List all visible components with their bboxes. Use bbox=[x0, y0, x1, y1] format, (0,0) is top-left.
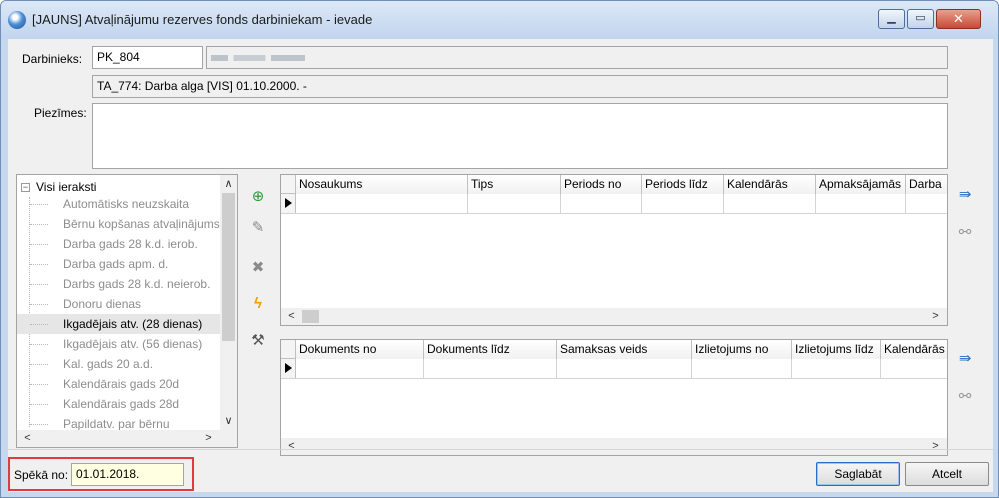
contract-field: TA_774: Darba alga [VIS] 01.10.2000. - bbox=[92, 75, 948, 98]
grid-horizontal-scrollbar[interactable]: < > bbox=[281, 438, 947, 455]
scroll-up-arrow-icon[interactable]: ∧ bbox=[220, 176, 237, 192]
title-bar[interactable]: [JAUNS] Atvaļinājumu rezerves fonds darb… bbox=[1, 1, 998, 39]
dialog-window: [JAUNS] Atvaļinājumu rezerves fonds darb… bbox=[0, 0, 999, 498]
grid-new-row[interactable] bbox=[281, 359, 947, 379]
dialog-body: Darbinieks: PK_804 TA_774: Darba alga [V… bbox=[8, 39, 993, 492]
records-grid[interactable]: Nosaukums Tips Periods no Periods līdz K… bbox=[280, 174, 948, 326]
redacted-name bbox=[211, 55, 305, 61]
footer-separator bbox=[8, 449, 993, 450]
scroll-right-arrow-icon[interactable]: > bbox=[927, 308, 944, 324]
scroll-left-arrow-icon[interactable]: < bbox=[19, 430, 36, 446]
tree-item[interactable]: Darba gads 28 k.d. ierob. bbox=[17, 234, 222, 254]
employee-label: Darbinieks: bbox=[22, 52, 83, 66]
column-header[interactable]: Kalendārās bbox=[881, 340, 947, 359]
scroll-thumb[interactable] bbox=[302, 310, 319, 323]
grid-header: Nosaukums Tips Periods no Periods līdz K… bbox=[281, 175, 947, 194]
app-globe-icon bbox=[8, 11, 26, 29]
tree-item[interactable]: Automātisks neuzskaita bbox=[17, 194, 222, 214]
grid-cell[interactable] bbox=[881, 359, 947, 378]
column-header[interactable]: Tips bbox=[468, 175, 561, 194]
scroll-right-arrow-icon[interactable]: > bbox=[200, 430, 217, 446]
grid-cell[interactable] bbox=[724, 194, 816, 213]
close-button[interactable]: ✕ bbox=[936, 9, 981, 29]
grid-cell[interactable] bbox=[468, 194, 561, 213]
scroll-down-arrow-icon[interactable]: ∨ bbox=[220, 413, 237, 429]
save-button[interactable]: Saglabāt bbox=[816, 462, 900, 486]
tree-item[interactable]: Ikgadējais atv. (56 dienas) bbox=[17, 334, 222, 354]
minimize-button[interactable]: ▁ bbox=[878, 9, 905, 29]
column-header[interactable]: Izlietojums no bbox=[692, 340, 792, 359]
collapse-toggle-icon[interactable]: − bbox=[21, 183, 30, 192]
notes-textarea[interactable] bbox=[92, 103, 948, 169]
notes-label: Piezīmes: bbox=[34, 106, 87, 120]
grid-horizontal-scrollbar[interactable]: < > bbox=[281, 308, 947, 325]
grid-cell[interactable] bbox=[792, 359, 881, 378]
column-header[interactable]: Dokuments līdz bbox=[424, 340, 557, 359]
maximize-button[interactable]: ▭ bbox=[907, 9, 934, 29]
valid-from-date-input[interactable]: 01.01.2018. bbox=[71, 463, 184, 486]
employee-name-field bbox=[206, 46, 948, 69]
tree-item[interactable]: Bērnu kopšanas atvaļinājums bbox=[17, 214, 222, 234]
column-header[interactable]: Periods līdz bbox=[642, 175, 724, 194]
grid-cell[interactable] bbox=[557, 359, 692, 378]
tree-item[interactable]: Kal. gads 20 a.d. bbox=[17, 354, 222, 374]
grid-cell[interactable] bbox=[296, 194, 468, 213]
tree-root[interactable]: − Visi ieraksti bbox=[21, 180, 96, 194]
grid-cell[interactable] bbox=[816, 194, 906, 213]
scroll-right-arrow-icon[interactable]: > bbox=[927, 438, 944, 454]
grid-cell[interactable] bbox=[642, 194, 724, 213]
grid-cell[interactable] bbox=[424, 359, 557, 378]
grid-cell[interactable] bbox=[296, 359, 424, 378]
add-record-icon[interactable]: ⊕ bbox=[248, 187, 268, 207]
column-header[interactable]: Apmaksājamās bbox=[816, 175, 906, 194]
tree-horizontal-scrollbar[interactable]: < > bbox=[17, 430, 237, 447]
column-header[interactable]: Nosaukums bbox=[296, 175, 468, 194]
grid-corner bbox=[281, 340, 296, 358]
valid-from-highlight: Spēkā no: 01.01.2018. bbox=[8, 457, 194, 491]
row-indicator-icon bbox=[281, 359, 296, 378]
cancel-button[interactable]: Atcelt bbox=[905, 462, 989, 486]
tree-item[interactable]: Darba gads apm. d. bbox=[17, 254, 222, 274]
column-header[interactable]: Izlietojums līdz bbox=[792, 340, 881, 359]
tree-item[interactable]: Donoru dienas bbox=[17, 294, 222, 314]
link-icon[interactable]: ⚯ bbox=[954, 223, 976, 243]
tree-item[interactable]: Kalendārais gads 28d bbox=[17, 394, 222, 414]
grid-corner bbox=[281, 175, 296, 193]
column-header[interactable]: Kalendārās bbox=[724, 175, 816, 194]
link-icon[interactable]: ⚯ bbox=[954, 387, 976, 407]
grid-cell[interactable] bbox=[692, 359, 792, 378]
window-title: [JAUNS] Atvaļinājumu rezerves fonds darb… bbox=[32, 12, 373, 27]
grid-header: Dokuments no Dokuments līdz Samaksas vei… bbox=[281, 340, 947, 359]
documents-grid[interactable]: Dokuments no Dokuments līdz Samaksas vei… bbox=[280, 339, 948, 456]
delete-icon[interactable]: ✖ bbox=[248, 258, 268, 278]
tree-item[interactable]: Darbs gads 28 k.d. neierob. bbox=[17, 274, 222, 294]
edit-icon[interactable]: ✎ bbox=[248, 218, 268, 238]
column-header[interactable]: Dokuments no bbox=[296, 340, 424, 359]
grid-cell[interactable] bbox=[561, 194, 642, 213]
lightning-icon[interactable]: ϟ bbox=[248, 294, 268, 314]
tree-root-label: Visi ieraksti bbox=[36, 180, 97, 194]
grid-new-row[interactable] bbox=[281, 194, 947, 214]
column-header[interactable]: Periods no bbox=[561, 175, 642, 194]
category-tree[interactable]: − Visi ieraksti Automātisks neuzskaita Bē… bbox=[16, 174, 238, 448]
export-icon[interactable]: ⇛ bbox=[954, 185, 976, 205]
row-indicator-icon bbox=[281, 194, 296, 213]
tree-items: Automātisks neuzskaita Bērnu kopšanas at… bbox=[17, 194, 222, 434]
column-header[interactable]: Darba bbox=[906, 175, 947, 194]
column-header[interactable]: Samaksas veids bbox=[557, 340, 692, 359]
wrench-icon[interactable]: ⚒ bbox=[248, 331, 268, 351]
scroll-left-arrow-icon[interactable]: < bbox=[283, 438, 300, 454]
scroll-left-arrow-icon[interactable]: < bbox=[283, 308, 300, 324]
tree-item-selected[interactable]: Ikgadējais atv. (28 dienas) bbox=[17, 314, 222, 334]
scroll-thumb[interactable] bbox=[222, 193, 235, 341]
export-icon[interactable]: ⇛ bbox=[954, 349, 976, 369]
tree-vertical-scrollbar[interactable]: ∧ ∨ bbox=[220, 175, 237, 431]
valid-from-label: Spēkā no: bbox=[14, 468, 69, 482]
employee-code-input[interactable]: PK_804 bbox=[92, 46, 203, 69]
grid-cell[interactable] bbox=[906, 194, 947, 213]
tree-item[interactable]: Kalendārais gads 20d bbox=[17, 374, 222, 394]
